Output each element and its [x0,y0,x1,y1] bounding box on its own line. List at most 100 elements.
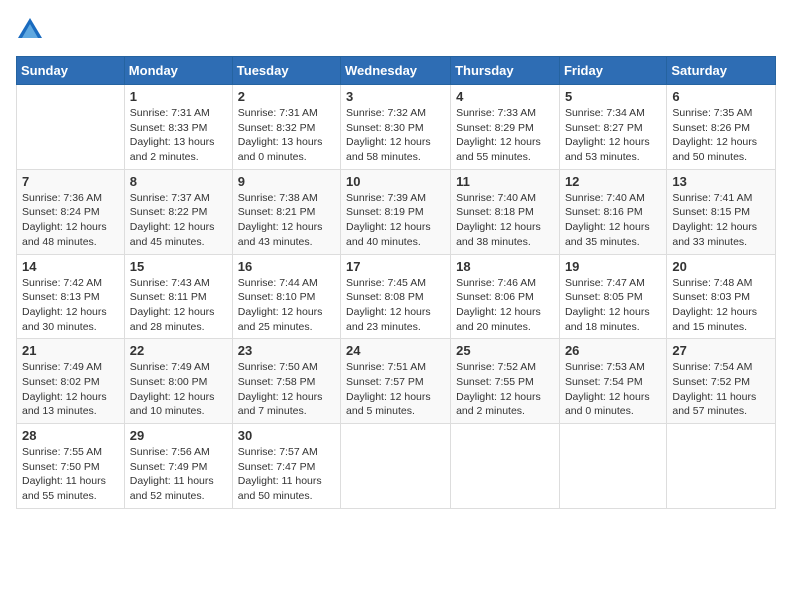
calendar-cell: 21 Sunrise: 7:49 AMSunset: 8:02 PMDayligh… [17,339,125,424]
calendar-cell: 2 Sunrise: 7:31 AMSunset: 8:32 PMDaylight… [232,85,340,170]
day-number: 29 [130,428,227,443]
calendar-cell: 23 Sunrise: 7:50 AMSunset: 7:58 PMDayligh… [232,339,340,424]
day-info: Sunrise: 7:41 AMSunset: 8:15 PMDaylight:… [672,192,757,248]
day-info: Sunrise: 7:44 AMSunset: 8:10 PMDaylight:… [238,277,323,333]
calendar-cell: 5 Sunrise: 7:34 AMSunset: 8:27 PMDaylight… [559,85,666,170]
col-sunday: Sunday [17,57,125,85]
day-info: Sunrise: 7:46 AMSunset: 8:06 PMDaylight:… [456,277,541,333]
day-number: 24 [346,343,445,358]
calendar-week-row: 1 Sunrise: 7:31 AMSunset: 8:33 PMDaylight… [17,85,776,170]
day-info: Sunrise: 7:57 AMSunset: 7:47 PMDaylight:… [238,446,322,502]
calendar-cell: 18 Sunrise: 7:46 AMSunset: 8:06 PMDayligh… [451,254,560,339]
day-info: Sunrise: 7:31 AMSunset: 8:32 PMDaylight:… [238,107,323,163]
day-number: 17 [346,259,445,274]
calendar-cell: 20 Sunrise: 7:48 AMSunset: 8:03 PMDayligh… [667,254,776,339]
day-info: Sunrise: 7:33 AMSunset: 8:29 PMDaylight:… [456,107,541,163]
day-number: 5 [565,89,661,104]
page-header [16,16,776,44]
col-friday: Friday [559,57,666,85]
day-number: 15 [130,259,227,274]
day-info: Sunrise: 7:55 AMSunset: 7:50 PMDaylight:… [22,446,106,502]
col-thursday: Thursday [451,57,560,85]
col-saturday: Saturday [667,57,776,85]
logo-icon [16,16,44,44]
day-info: Sunrise: 7:40 AMSunset: 8:18 PMDaylight:… [456,192,541,248]
day-info: Sunrise: 7:34 AMSunset: 8:27 PMDaylight:… [565,107,650,163]
col-wednesday: Wednesday [341,57,451,85]
day-number: 8 [130,174,227,189]
day-info: Sunrise: 7:40 AMSunset: 8:16 PMDaylight:… [565,192,650,248]
day-info: Sunrise: 7:32 AMSunset: 8:30 PMDaylight:… [346,107,431,163]
calendar-cell: 27 Sunrise: 7:54 AMSunset: 7:52 PMDayligh… [667,339,776,424]
calendar-cell: 3Sunrise: 7:32 AMSunset: 8:30 PMDaylight… [341,85,451,170]
day-info: Sunrise: 7:38 AMSunset: 8:21 PMDaylight:… [238,192,323,248]
calendar-cell: 29 Sunrise: 7:56 AMSunset: 7:49 PMDayligh… [124,424,232,509]
day-number: 6 [672,89,770,104]
day-info: Sunrise: 7:54 AMSunset: 7:52 PMDaylight:… [672,361,756,417]
day-info: Sunrise: 7:49 AMSunset: 8:00 PMDaylight:… [130,361,215,417]
calendar-cell: 1 Sunrise: 7:31 AMSunset: 8:33 PMDaylight… [124,85,232,170]
day-number: 16 [238,259,335,274]
col-tuesday: Tuesday [232,57,340,85]
calendar-cell [341,424,451,509]
calendar-cell: 13Sunrise: 7:41 AMSunset: 8:15 PMDayligh… [667,169,776,254]
day-number: 19 [565,259,661,274]
day-info: Sunrise: 7:47 AMSunset: 8:05 PMDaylight:… [565,277,650,333]
calendar-cell [451,424,560,509]
header-row: Sunday Monday Tuesday Wednesday Thursday… [17,57,776,85]
calendar-cell [17,85,125,170]
day-number: 25 [456,343,554,358]
day-info: Sunrise: 7:49 AMSunset: 8:02 PMDaylight:… [22,361,107,417]
calendar-cell: 19 Sunrise: 7:47 AMSunset: 8:05 PMDayligh… [559,254,666,339]
day-number: 10 [346,174,445,189]
day-info: Sunrise: 7:42 AMSunset: 8:13 PMDaylight:… [22,277,107,333]
logo [16,16,48,44]
calendar-table: Sunday Monday Tuesday Wednesday Thursday… [16,56,776,509]
day-number: 28 [22,428,119,443]
day-number: 23 [238,343,335,358]
calendar-cell: 24 Sunrise: 7:51 AMSunset: 7:57 PMDayligh… [341,339,451,424]
calendar-week-row: 7Sunrise: 7:36 AMSunset: 8:24 PMDaylight… [17,169,776,254]
calendar-cell: 26Sunrise: 7:53 AMSunset: 7:54 PMDayligh… [559,339,666,424]
calendar-cell: 30 Sunrise: 7:57 AMSunset: 7:47 PMDayligh… [232,424,340,509]
day-number: 20 [672,259,770,274]
calendar-cell: 6 Sunrise: 7:35 AMSunset: 8:26 PMDaylight… [667,85,776,170]
calendar-cell [559,424,666,509]
calendar-cell: 15 Sunrise: 7:43 AMSunset: 8:11 PMDayligh… [124,254,232,339]
calendar-body: 1 Sunrise: 7:31 AMSunset: 8:33 PMDaylight… [17,85,776,509]
day-number: 18 [456,259,554,274]
calendar-header: Sunday Monday Tuesday Wednesday Thursday… [17,57,776,85]
day-number: 12 [565,174,661,189]
calendar-cell: 16 Sunrise: 7:44 AMSunset: 8:10 PMDayligh… [232,254,340,339]
calendar-week-row: 28 Sunrise: 7:55 AMSunset: 7:50 PMDayligh… [17,424,776,509]
day-info: Sunrise: 7:35 AMSunset: 8:26 PMDaylight:… [672,107,757,163]
calendar-cell: 7Sunrise: 7:36 AMSunset: 8:24 PMDaylight… [17,169,125,254]
calendar-cell: 10Sunrise: 7:39 AMSunset: 8:19 PMDayligh… [341,169,451,254]
day-info: Sunrise: 7:43 AMSunset: 8:11 PMDaylight:… [130,277,215,333]
calendar-cell [667,424,776,509]
calendar-week-row: 14Sunrise: 7:42 AMSunset: 8:13 PMDayligh… [17,254,776,339]
calendar-cell: 28 Sunrise: 7:55 AMSunset: 7:50 PMDayligh… [17,424,125,509]
day-number: 21 [22,343,119,358]
day-number: 1 [130,89,227,104]
calendar-week-row: 21 Sunrise: 7:49 AMSunset: 8:02 PMDayligh… [17,339,776,424]
day-info: Sunrise: 7:52 AMSunset: 7:55 PMDaylight:… [456,361,541,417]
calendar-cell: 8Sunrise: 7:37 AMSunset: 8:22 PMDaylight… [124,169,232,254]
day-info: Sunrise: 7:53 AMSunset: 7:54 PMDaylight:… [565,361,650,417]
day-number: 2 [238,89,335,104]
calendar-cell: 9 Sunrise: 7:38 AMSunset: 8:21 PMDaylight… [232,169,340,254]
day-number: 27 [672,343,770,358]
calendar-cell: 25 Sunrise: 7:52 AMSunset: 7:55 PMDayligh… [451,339,560,424]
day-info: Sunrise: 7:48 AMSunset: 8:03 PMDaylight:… [672,277,757,333]
day-number: 30 [238,428,335,443]
calendar-cell: 14Sunrise: 7:42 AMSunset: 8:13 PMDayligh… [17,254,125,339]
day-info: Sunrise: 7:50 AMSunset: 7:58 PMDaylight:… [238,361,323,417]
day-number: 4 [456,89,554,104]
day-number: 9 [238,174,335,189]
calendar-cell: 11Sunrise: 7:40 AMSunset: 8:18 PMDayligh… [451,169,560,254]
day-info: Sunrise: 7:31 AMSunset: 8:33 PMDaylight:… [130,107,215,163]
calendar-cell: 4 Sunrise: 7:33 AMSunset: 8:29 PMDaylight… [451,85,560,170]
day-info: Sunrise: 7:51 AMSunset: 7:57 PMDaylight:… [346,361,431,417]
day-number: 22 [130,343,227,358]
day-info: Sunrise: 7:56 AMSunset: 7:49 PMDaylight:… [130,446,214,502]
